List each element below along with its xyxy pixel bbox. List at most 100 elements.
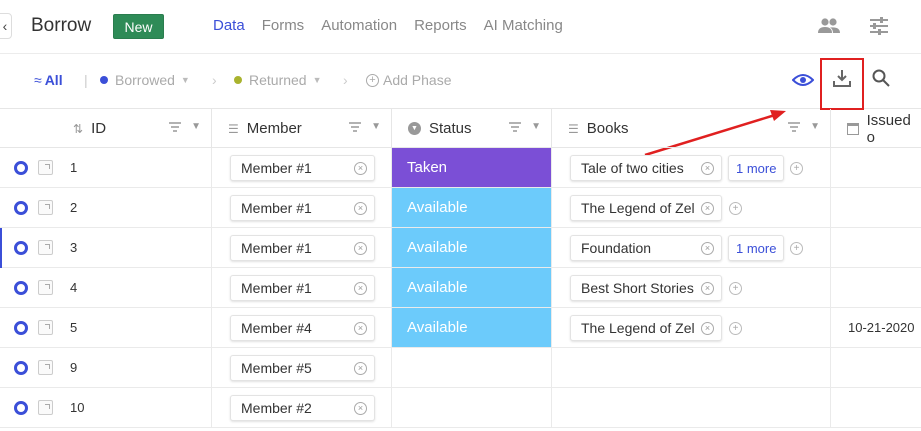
expand-row-icon[interactable] (38, 160, 53, 175)
table-cell (831, 188, 921, 228)
add-book-icon[interactable]: + (790, 242, 803, 255)
expand-row-icon[interactable] (38, 360, 53, 375)
book-chip[interactable]: Best Short Stories (570, 275, 722, 301)
remove-icon[interactable]: × (701, 202, 714, 215)
expand-row-icon[interactable] (38, 240, 53, 255)
member-label: Member #1 (241, 280, 312, 296)
settings-sliders-icon[interactable] (866, 14, 892, 38)
remove-icon[interactable]: × (354, 362, 367, 375)
sort-number-icon: ⇅ (73, 121, 84, 136)
remove-icon[interactable]: × (701, 162, 714, 175)
remove-icon[interactable]: × (701, 242, 714, 255)
chevron-down-icon[interactable]: ▼ (810, 121, 820, 132)
book-label: The Legend of Zel (581, 200, 695, 216)
row-select-radio[interactable] (14, 281, 28, 295)
add-book-icon[interactable]: + (729, 202, 742, 215)
filter-icon[interactable] (169, 122, 181, 132)
row-id: 4 (70, 280, 78, 295)
chevron-down-icon[interactable]: ▼ (371, 121, 381, 132)
table-row[interactable]: 2 Member #1 × Available The Legend of Zel × + (0, 188, 921, 228)
status-cell[interactable]: Taken (392, 148, 551, 187)
expand-row-icon[interactable] (38, 400, 53, 415)
column-header-issued[interactable]: Issued o (831, 109, 921, 148)
issued-date: 10-21-2020 (848, 320, 915, 335)
nav-tab-forms[interactable]: Forms (262, 17, 305, 34)
remove-icon[interactable]: × (354, 282, 367, 295)
table-row[interactable]: 9 Member #5 × (0, 348, 921, 388)
chevron-down-icon[interactable]: ▼ (191, 121, 201, 132)
row-select-radio[interactable] (14, 161, 28, 175)
search-icon[interactable] (868, 66, 894, 90)
column-header-status[interactable]: ▼ Status ▼ (392, 109, 552, 148)
remove-icon[interactable]: × (701, 282, 714, 295)
column-header-books[interactable]: ☰ Books ▼ (552, 109, 831, 148)
eye-icon[interactable] (790, 68, 816, 92)
filter-icon[interactable] (509, 122, 521, 132)
table-row[interactable]: 4 Member #1 × Available Best Short Stories × + (0, 268, 921, 308)
add-book-icon[interactable]: + (729, 322, 742, 335)
table-row[interactable]: 3 Member #1 × Available Foundation × 1 more + (0, 228, 921, 268)
members-icon[interactable] (816, 14, 842, 38)
phase-returned[interactable]: Returned ▼ (234, 72, 322, 88)
row-select-radio[interactable] (14, 401, 28, 415)
add-phase-button[interactable]: + Add Phase (366, 72, 452, 88)
add-book-icon[interactable]: + (790, 162, 803, 175)
nav-tab-automation[interactable]: Automation (321, 17, 397, 34)
book-chip[interactable]: Foundation (570, 235, 722, 261)
table-row[interactable]: 5 Member #4 × Available The Legend of Zel × +1… (0, 308, 921, 348)
back-icon[interactable]: ‹ (0, 13, 12, 39)
column-header-member[interactable]: ☰ Member ▼ (212, 109, 392, 148)
download-highlight-box (820, 58, 864, 110)
row-id: 1 (70, 160, 78, 175)
row-select-radio[interactable] (14, 201, 28, 215)
status-cell[interactable]: Available (392, 188, 551, 227)
expand-row-icon[interactable] (38, 320, 53, 335)
table-cell (0, 268, 212, 308)
remove-icon[interactable]: × (354, 242, 367, 255)
add-book-icon[interactable]: + (729, 282, 742, 295)
text-field-icon: ☰ (568, 121, 579, 136)
expand-row-icon[interactable] (38, 280, 53, 295)
row-select-radio[interactable] (14, 241, 28, 255)
chevron-down-icon: ▼ (180, 75, 190, 85)
row-select-radio[interactable] (14, 361, 28, 375)
column-header-id[interactable]: ⇅ ID ▼ (0, 109, 212, 148)
remove-icon[interactable]: × (354, 322, 367, 335)
phase-all[interactable]: ≈ All (34, 72, 63, 88)
expand-row-icon[interactable] (38, 200, 53, 215)
remove-icon[interactable]: × (354, 162, 367, 175)
remove-icon[interactable]: × (701, 322, 714, 335)
status-cell[interactable]: Available (392, 308, 551, 347)
table-row[interactable]: 1 Member #1 × Taken Tale of two cities × 1 mor… (0, 148, 921, 188)
remove-icon[interactable]: × (354, 202, 367, 215)
filter-icon[interactable] (349, 122, 361, 132)
book-chip[interactable]: The Legend of Zel (570, 315, 722, 341)
book-chip[interactable]: Tale of two cities (570, 155, 722, 181)
table-row[interactable]: 10 Member #2 × (0, 388, 921, 428)
nav-tab-data[interactable]: Data (213, 17, 245, 34)
more-books-chip[interactable]: 1 more (728, 235, 785, 261)
table-cell (0, 348, 212, 388)
row-id: 5 (70, 320, 78, 335)
row-active-indicator (0, 228, 2, 268)
phase-divider: | (84, 72, 88, 88)
new-button[interactable]: New (113, 14, 164, 39)
book-chip[interactable]: The Legend of Zel (570, 195, 722, 221)
chevron-right-icon: › (343, 72, 348, 88)
nav-tab-reports[interactable]: Reports (414, 17, 467, 34)
book-label: Foundation (581, 240, 652, 256)
book-label: The Legend of Zel (581, 320, 695, 336)
status-label: Available (407, 279, 468, 296)
row-select-radio[interactable] (14, 321, 28, 335)
table-cell (831, 348, 921, 388)
chevron-down-icon[interactable]: ▼ (531, 121, 541, 132)
status-label: Available (407, 199, 468, 216)
status-cell[interactable]: Available (392, 268, 551, 307)
more-books-chip[interactable]: 1 more (728, 155, 785, 181)
nav-tab-ai-matching[interactable]: AI Matching (484, 17, 563, 34)
remove-icon[interactable]: × (354, 402, 367, 415)
phase-borrowed[interactable]: Borrowed ▼ (100, 72, 190, 88)
status-cell[interactable]: Available (392, 228, 551, 267)
filter-icon[interactable] (788, 122, 800, 132)
book-label: Tale of two cities (581, 160, 684, 176)
